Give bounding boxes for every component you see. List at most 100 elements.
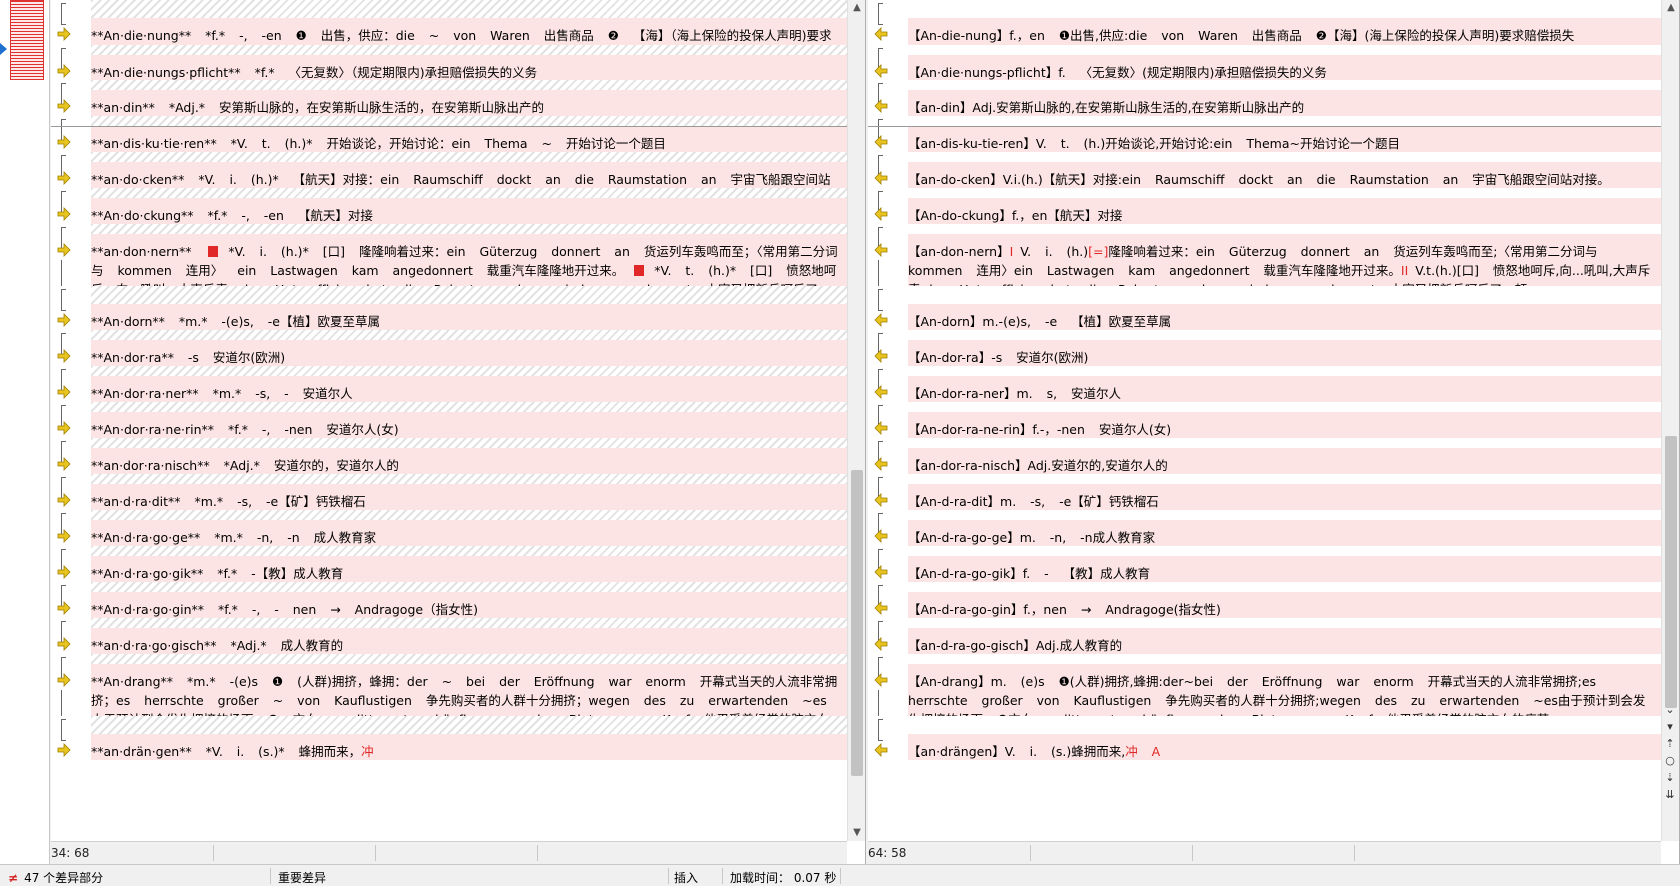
line-text[interactable]: 【an·drängen】V. i. (s.)蜂拥而来,冲 A — [908, 734, 1661, 761]
line-text[interactable]: 【An-do-ckung】f.，en【航天】对接 — [908, 198, 1661, 225]
line-body[interactable]: 【an-do-cken】V.i.(h.)【航天】对接:ein Raumschif… — [908, 162, 1661, 188]
line-text[interactable]: **An·dor·ra·ne·rin** *f.* -, -nen 安道尔人(女… — [91, 412, 847, 439]
arrow-left-icon[interactable] — [874, 565, 888, 579]
line-gutter[interactable] — [51, 438, 91, 463]
arrow-right-icon[interactable] — [57, 64, 71, 78]
line-body[interactable] — [908, 45, 1661, 55]
line-body[interactable] — [91, 224, 847, 234]
line-gutter[interactable] — [51, 234, 91, 286]
diff-line[interactable]: **an·dis·ku·tie·ren** *V. t. (h.)* 开始谈论，… — [51, 126, 847, 152]
line-body[interactable] — [908, 474, 1661, 484]
line-gutter[interactable] — [868, 304, 908, 330]
diff-line[interactable]: 【An-d-ra-go-ge】m. -n, -n成人教育家 — [868, 520, 1661, 546]
circle-icon[interactable]: ○ — [1661, 752, 1679, 769]
diff-line[interactable]: **An·dorn** *m.* -(e)s, -e【植】欧夏至草属 — [51, 304, 847, 330]
line-text[interactable]: 【an-do-cken】V.i.(h.)【航天】对接:ein Raumschif… — [908, 162, 1661, 189]
diff-line[interactable]: **An·drang** *m.* -(e)s ❶ (人群)拥挤，蜂拥：der … — [51, 664, 847, 746]
line-body[interactable] — [91, 330, 847, 340]
line-body[interactable]: 【An-d-ra-go-gin】f.，nen → Andragoge(指女性) — [908, 592, 1661, 618]
line-body[interactable]: **An·do·ckung** *f.* -, -en 【航天】对接 — [91, 198, 847, 224]
diff-line[interactable]: **An·dor·ra·ne·rin** *f.* -, -nen 安道尔人(女… — [51, 412, 847, 438]
scroll-up-icon[interactable]: ▲ — [848, 0, 865, 16]
line-body[interactable] — [91, 716, 847, 734]
arrow-right-icon[interactable] — [57, 99, 71, 113]
line-body[interactable] — [91, 366, 847, 376]
diff-line[interactable]: **an·din** *Adj.* 安第斯山脉的，在安第斯山脉生活的，在安第斯山… — [51, 90, 847, 116]
arrow-left-icon[interactable] — [874, 313, 888, 327]
line-body[interactable] — [91, 152, 847, 162]
line-gutter[interactable] — [868, 188, 908, 213]
important-diffs[interactable]: 重要差异 — [278, 869, 326, 886]
line-text[interactable]: **an·dor·ra·nisch** *Adj.* 安道尔的，安道尔人的 — [91, 448, 847, 475]
right-text-area[interactable]: 【An-die-nung】f.，en ❶出售,供应:die von Waren … — [868, 0, 1661, 841]
line-gutter[interactable] — [51, 582, 91, 607]
line-body[interactable]: **an·din** *Adj.* 安第斯山脉的，在安第斯山脉生活的，在安第斯山… — [91, 90, 847, 116]
diff-overview-strip[interactable] — [0, 0, 50, 864]
line-gutter[interactable] — [51, 340, 91, 366]
diff-line[interactable]: **An·die·nung** *f.* -, -en ❶ 出售，供应：die … — [51, 18, 847, 62]
arrow-right-icon[interactable] — [57, 313, 71, 327]
line-gutter[interactable] — [51, 474, 91, 499]
line-gutter[interactable] — [868, 582, 908, 607]
line-gutter[interactable] — [51, 734, 91, 760]
line-body[interactable] — [91, 438, 847, 448]
line-body[interactable] — [908, 286, 1661, 304]
arrow-left-icon[interactable] — [874, 99, 888, 113]
line-body[interactable] — [908, 438, 1661, 448]
line-body[interactable]: **An·drang** *m.* -(e)s ❶ (人群)拥挤，蜂拥：der … — [91, 664, 847, 746]
line-body[interactable]: 【an-din】Adj.安第斯山脉的,在安第斯山脉生活的,在安第斯山脉出产的 — [908, 90, 1661, 116]
line-gutter[interactable] — [51, 45, 91, 70]
line-gutter[interactable] — [868, 546, 908, 571]
line-gutter[interactable] — [868, 80, 908, 105]
diff-line[interactable]: 【An-d-ra-go-gik】f. - 【教】成人教育 — [868, 556, 1661, 582]
line-body[interactable]: **An·dor·ra** -s 安道尔(欧洲) — [91, 340, 847, 366]
diff-line[interactable]: 【an-d-ra-go-gisch】Adj.成人教育的 — [868, 628, 1661, 654]
arrow-left-icon[interactable] — [874, 135, 888, 149]
line-gutter[interactable] — [51, 198, 91, 224]
diff-line[interactable]: **An·do·ckung** *f.* -, -en 【航天】对接 — [51, 198, 847, 224]
line-body[interactable]: 【An-d-ra-go-gik】f. - 【教】成人教育 — [908, 556, 1661, 582]
line-gutter[interactable] — [868, 116, 908, 141]
line-gutter[interactable] — [51, 402, 91, 427]
arrow-right-icon[interactable] — [57, 457, 71, 471]
arrow-left-icon[interactable] — [874, 601, 888, 615]
line-gutter[interactable] — [51, 484, 91, 510]
line-text[interactable]: **An·dor·ra** -s 安道尔(欧洲) — [91, 340, 847, 367]
diff-line[interactable]: 【an-dor-ra-nisch】Adj.安道尔的,安道尔人的 — [868, 448, 1661, 474]
line-text[interactable]: **an·dis·ku·tie·ren** *V. t. (h.)* 开始谈论，… — [91, 126, 847, 153]
line-gutter[interactable] — [868, 402, 908, 427]
line-text[interactable]: **An·dor·ra·ner** *m.* -s, - 安道尔人 — [91, 376, 847, 403]
line-text[interactable]: 【An-die-nung】f.，en ❶出售,供应:die von Waren … — [908, 18, 1661, 45]
arrow-left-icon[interactable] — [874, 385, 888, 399]
line-gutter[interactable] — [51, 18, 91, 45]
line-text[interactable]: **An·do·ckung** *f.* -, -en 【航天】对接 — [91, 198, 847, 225]
line-body[interactable] — [908, 582, 1661, 592]
arrow-right-icon[interactable] — [57, 243, 71, 257]
arrow-right-icon[interactable] — [57, 207, 71, 221]
line-body[interactable] — [908, 188, 1661, 198]
line-gutter[interactable] — [51, 90, 91, 116]
line-gutter[interactable] — [51, 618, 91, 643]
line-body[interactable] — [91, 116, 847, 126]
line-gutter[interactable] — [868, 234, 908, 286]
line-text[interactable]: **An·d·ra·go·ge** *m.* -n, -n 成人教育家 — [91, 520, 847, 547]
left-vertical-scrollbar[interactable]: ▲ ▼ — [847, 0, 865, 841]
line-gutter[interactable] — [868, 628, 908, 654]
diff-line[interactable]: **An·d·ra·go·ge** *m.* -n, -n 成人教育家 — [51, 520, 847, 546]
line-text[interactable]: **An·die·nungs·pflicht** *f.* 〈无复数〉（规定期限… — [91, 55, 847, 82]
line-gutter[interactable] — [868, 556, 908, 582]
line-gutter[interactable] — [868, 448, 908, 474]
arrow-left-icon[interactable] — [874, 637, 888, 651]
line-gutter[interactable] — [51, 592, 91, 618]
diff-line[interactable]: **an·d·ra·go·gisch** *Adj.* 成人教育的 — [51, 628, 847, 654]
arrow-right-icon[interactable] — [57, 529, 71, 543]
line-body[interactable] — [908, 716, 1661, 734]
line-body[interactable] — [908, 116, 1661, 126]
overview-diff-marks[interactable] — [10, 0, 44, 80]
diff-line[interactable]: **an·don·nern** *V. i. (h.)* [口] 隆隆响着过来：… — [51, 234, 847, 316]
diff-line[interactable]: 【An-dor-ra-ner】m. s, 安道尔人 — [868, 376, 1661, 402]
arrow-right-icon[interactable] — [57, 493, 71, 507]
arrow-left-icon[interactable] — [874, 743, 888, 757]
line-gutter[interactable] — [51, 80, 91, 105]
line-gutter[interactable] — [51, 126, 91, 152]
